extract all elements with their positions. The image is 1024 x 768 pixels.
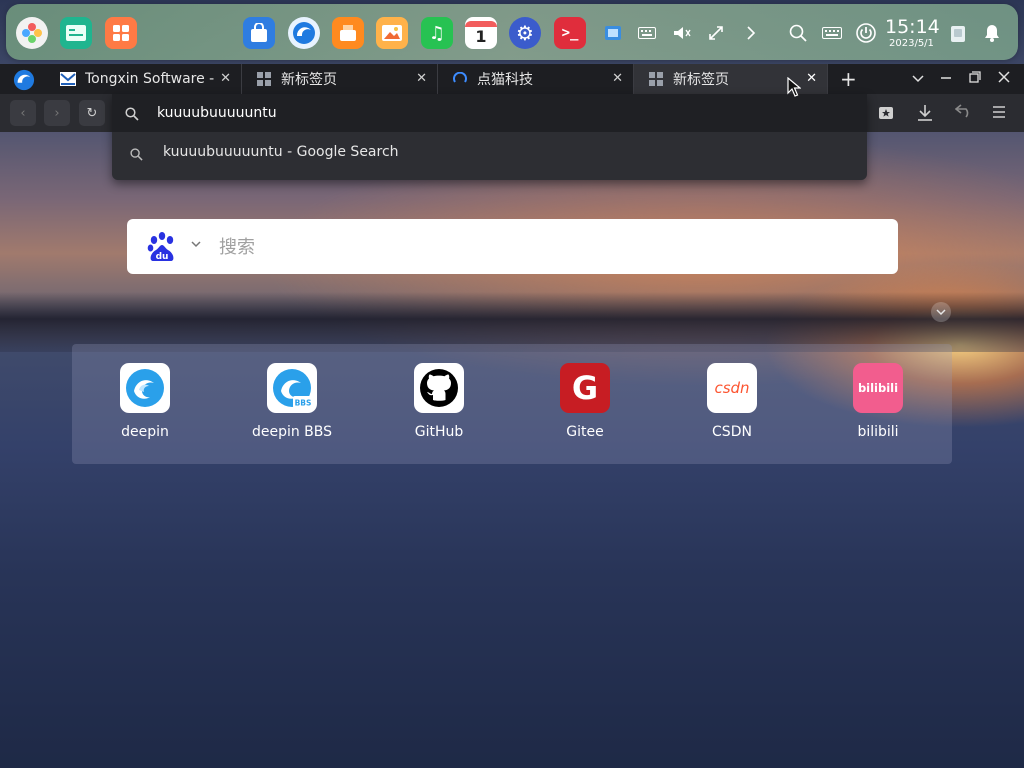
tab-close-icon[interactable]: ✕	[612, 71, 623, 86]
network-icon[interactable]	[706, 23, 726, 43]
baidu-icon[interactable]: du	[147, 231, 177, 263]
volume-icon[interactable]	[672, 23, 692, 43]
download-icon[interactable]	[917, 104, 933, 126]
search-icon[interactable]	[788, 23, 808, 43]
keyboard-icon[interactable]	[637, 23, 657, 43]
search-icon	[130, 146, 143, 165]
browser-menu-icon[interactable]	[13, 69, 35, 91]
shopping-icon[interactable]	[243, 17, 275, 49]
speed-dial: deepin BBS deepin BBS GitHub G Gitee csd…	[72, 344, 952, 464]
tab-label: 新标签页	[281, 72, 337, 88]
address-input[interactable]	[157, 102, 837, 124]
screenshot-icon[interactable]	[603, 23, 623, 43]
tab-close-icon[interactable]: ✕	[806, 71, 817, 86]
calendar-icon[interactable]: 1	[465, 17, 497, 49]
speed-dial-github[interactable]: GitHub	[379, 363, 499, 453]
wallpaper-treeline	[0, 292, 1024, 352]
app-store-icon[interactable]	[105, 17, 137, 49]
close-window-icon[interactable]	[998, 71, 1010, 87]
search-icon	[125, 106, 139, 125]
deepin-bbs-icon: BBS	[267, 363, 317, 413]
menu-icon[interactable]	[992, 104, 1006, 122]
tab-close-icon[interactable]: ✕	[416, 71, 427, 86]
speed-dial-deepin[interactable]: deepin	[85, 363, 205, 453]
clock-time[interactable]: 15:14	[885, 16, 940, 38]
grid-icon	[256, 71, 272, 87]
back-button[interactable]: ‹	[10, 100, 36, 126]
forward-button[interactable]: ›	[44, 100, 70, 126]
input-method-icon[interactable]	[822, 23, 842, 43]
tab-label: 点猫科技	[477, 72, 533, 88]
tab-dianmao[interactable]: 点猫科技 ✕	[438, 64, 634, 94]
tongxin-icon	[60, 71, 76, 87]
speed-dial-bilibili[interactable]: bilibili bilibili	[818, 363, 938, 453]
power-icon[interactable]	[856, 23, 876, 43]
maximize-icon[interactable]	[969, 71, 981, 87]
settings-icon[interactable]: ⚙	[509, 17, 541, 49]
notification-icon[interactable]	[982, 23, 1002, 43]
app-market-icon[interactable]	[332, 17, 364, 49]
tab-close-icon[interactable]: ✕	[220, 71, 231, 86]
suggestion-item[interactable]: kuuuubuuuuuntu - Google Search	[112, 136, 867, 170]
minimize-icon[interactable]	[940, 71, 952, 87]
site-label: deepin BBS	[251, 424, 333, 440]
loading-icon	[452, 71, 468, 87]
mouse-cursor-icon	[787, 76, 802, 101]
gitee-glyph: G	[571, 369, 599, 407]
tab-label: 新标签页	[673, 72, 729, 88]
bookmark-icon[interactable]	[878, 104, 894, 124]
tab-list-icon[interactable]	[912, 71, 924, 87]
tab-new-1[interactable]: 新标签页 ✕	[242, 64, 438, 94]
baidu-logo-text: du	[156, 252, 169, 262]
chevron-down-icon[interactable]	[191, 237, 201, 251]
deepin-icon	[120, 363, 170, 413]
site-label: GitHub	[414, 424, 464, 440]
tab-tongxin[interactable]: Tongxin Software - ✕	[46, 64, 242, 94]
terminal-icon[interactable]: >_	[554, 17, 586, 49]
bilibili-icon: bilibili	[853, 363, 903, 413]
baidu-search-box: du	[127, 219, 898, 274]
speed-dial-deepin-bbs[interactable]: BBS deepin BBS	[232, 363, 352, 453]
grid-icon	[648, 71, 664, 87]
tab-strip: Tongxin Software - ✕ 新标签页 ✕ 点猫科技 ✕ 新标签页 …	[0, 64, 1024, 94]
collapse-icon[interactable]	[931, 302, 951, 322]
wallpaper-snow	[0, 470, 1024, 768]
trash-icon[interactable]	[948, 23, 968, 43]
undo-icon[interactable]	[954, 104, 973, 122]
speed-dial-gitee[interactable]: G Gitee	[525, 363, 645, 453]
site-label: bilibili	[857, 424, 899, 440]
bbs-badge: BBS	[295, 399, 312, 408]
reload-button[interactable]: ↻	[79, 100, 105, 126]
site-label: CSDN	[712, 424, 752, 440]
file-manager-icon[interactable]	[60, 17, 92, 49]
address-bar[interactable]	[112, 94, 867, 132]
speed-dial-csdn[interactable]: csdn CSDN	[672, 363, 792, 453]
bilibili-glyph: bilibili	[857, 381, 899, 395]
music-icon[interactable]: ♫	[421, 17, 453, 49]
clock-date[interactable]: 2023/5/1	[889, 38, 934, 49]
browser-icon[interactable]	[288, 17, 320, 49]
suggestion-text: kuuuubuuuuuntu - Google Search	[163, 144, 399, 160]
site-label: deepin	[121, 424, 169, 440]
site-label: Gitee	[566, 424, 604, 440]
search-input[interactable]	[219, 233, 869, 261]
github-icon	[414, 363, 464, 413]
csdn-icon: csdn	[707, 363, 757, 413]
new-tab-button[interactable]: +	[840, 67, 857, 91]
image-viewer-icon[interactable]	[376, 17, 408, 49]
expand-icon[interactable]	[741, 23, 761, 43]
tab-label: Tongxin Software -	[85, 71, 215, 87]
calendar-day: 1	[475, 26, 487, 46]
launcher-icon[interactable]	[16, 17, 48, 49]
csdn-glyph: csdn	[714, 379, 750, 397]
address-dropdown: kuuuubuuuuuntu - Google Search	[112, 94, 867, 180]
gitee-icon: G	[560, 363, 610, 413]
taskbar-dock: ♫ 1 ⚙ >_ 15:14 2023/5/1	[6, 4, 1018, 60]
